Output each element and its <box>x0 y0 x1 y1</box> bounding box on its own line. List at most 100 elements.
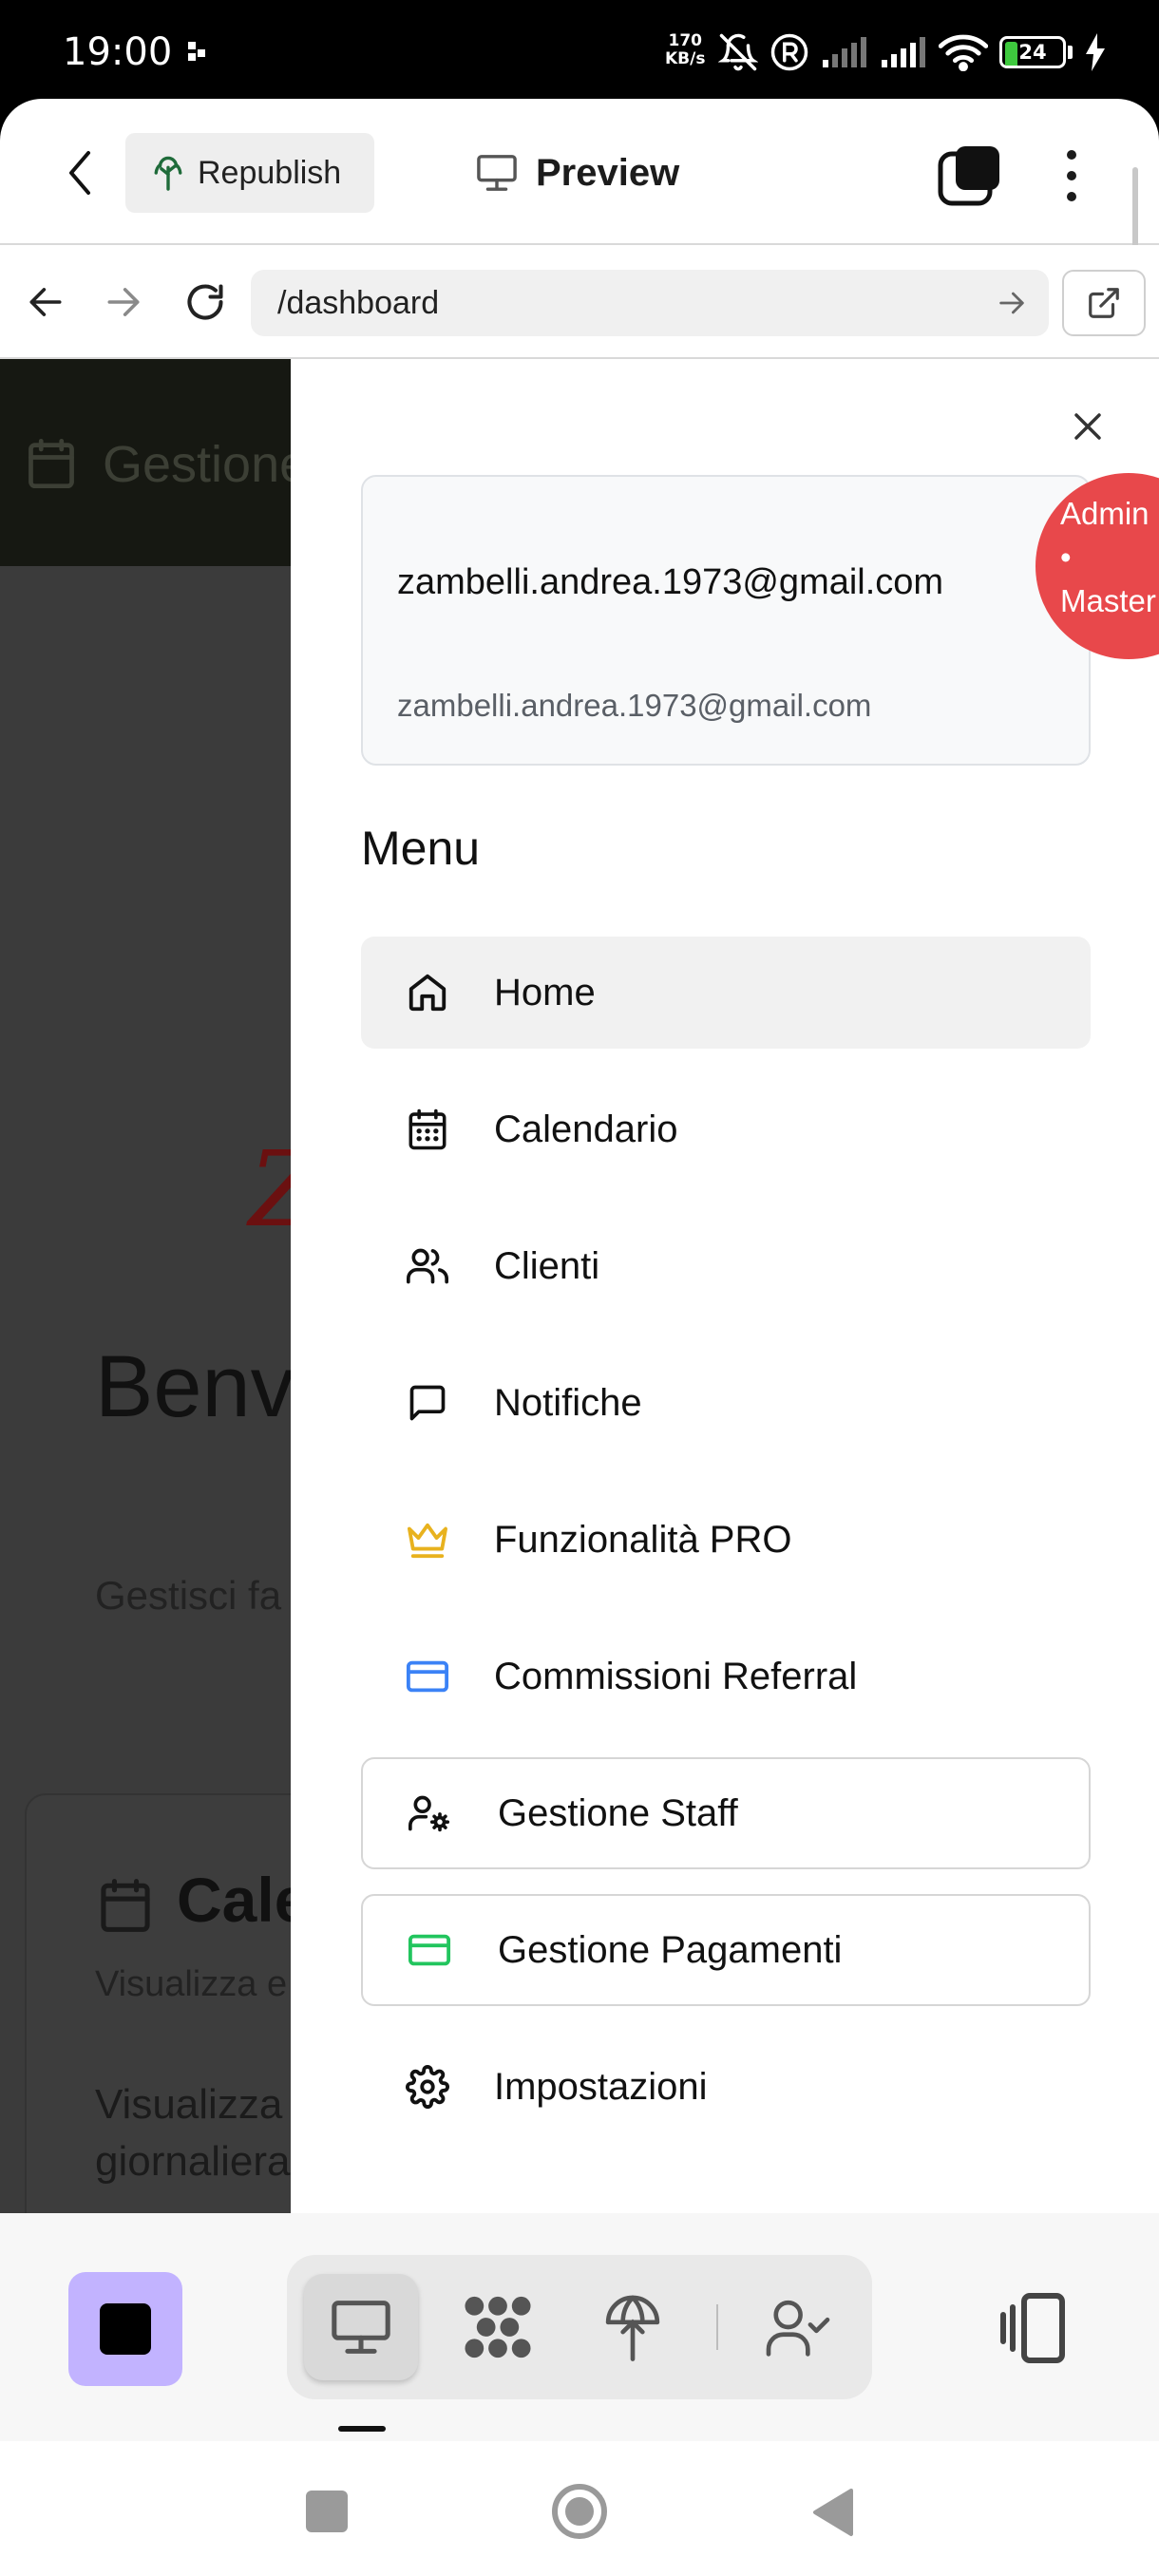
credit-card-icon <box>406 1660 449 1693</box>
user-check-icon <box>766 2300 830 2357</box>
chevron-left-icon <box>69 151 90 195</box>
background-title: Gestione <box>103 436 291 493</box>
menu-item-commissioni-referral[interactable]: Commissioni Referral <box>361 1620 1091 1733</box>
background-calendar-card: Cale Visualizza e Visualizza giornaliera <box>25 1793 291 2213</box>
background-card-body: Visualizza giornaliera <box>95 2081 291 2185</box>
calendar-icon <box>408 1108 446 1150</box>
menu-item-label: Notifiche <box>494 1381 642 1424</box>
message-icon <box>409 1385 446 1421</box>
calendar-icon <box>28 438 74 489</box>
menu-item-label: Funzionalità PRO <box>494 1518 792 1561</box>
user-card: zambelli.andrea.1973@gmail.com zambelli.… <box>361 475 1091 766</box>
stop-button[interactable] <box>68 2272 182 2386</box>
menu-item-impostazioni[interactable]: Impostazioni <box>361 2031 1091 2143</box>
menu-item-label: Impostazioni <box>494 2065 708 2108</box>
open-external-button[interactable] <box>1062 270 1146 336</box>
close-icon <box>1074 413 1101 440</box>
arrow-left-icon <box>29 288 62 316</box>
status-icons: 24 <box>718 28 1107 76</box>
url-text: /dashboard <box>277 284 440 321</box>
menu-item-home[interactable]: Home <box>361 937 1091 1049</box>
background-topbar: Gestione <box>0 359 291 566</box>
active-mode-indicator <box>338 2426 386 2432</box>
browser-back-button[interactable] <box>17 274 74 331</box>
menu-item-label: Calendario <box>494 1108 678 1150</box>
home-icon <box>408 974 446 1012</box>
users-mode-button[interactable] <box>741 2274 855 2380</box>
menu-item-label: Gestione Staff <box>498 1791 738 1834</box>
bell-off-icon <box>718 33 758 71</box>
monitor-icon <box>477 155 517 191</box>
arrow-right-icon <box>107 288 140 316</box>
menu-item-label: Home <box>494 971 596 1013</box>
stop-icon <box>100 2303 151 2355</box>
drawer-backdrop[interactable]: Gestione Z Benve Gestisci fa Cale Visual… <box>0 359 291 2213</box>
notification-app-icon <box>188 42 205 61</box>
bottom-toolbar <box>0 2213 1159 2441</box>
republish-label: Republish <box>198 154 342 191</box>
arrow-right-icon[interactable] <box>996 287 1028 319</box>
menu-item-gestione-pagamenti[interactable]: Gestione Pagamenti <box>361 1894 1091 2006</box>
url-input[interactable]: /dashboard <box>251 270 1049 336</box>
crown-icon <box>407 1523 447 1559</box>
back-triangle-icon[interactable] <box>809 2487 855 2538</box>
republish-button[interactable]: Republish <box>125 133 374 213</box>
credit-card-icon <box>408 1934 451 1966</box>
browser-forward-button[interactable] <box>95 274 152 331</box>
signal-icon <box>823 37 866 67</box>
menu-item-notifiche[interactable]: Notifiche <box>361 1347 1091 1459</box>
status-time: 19:00 <box>63 30 173 74</box>
globe-publish-icon <box>605 2295 660 2361</box>
more-options-button[interactable] <box>1049 142 1094 209</box>
nodes-icon <box>465 2296 531 2358</box>
app-header: Republish Preview <box>0 99 1159 395</box>
background-welcome: Benve <box>95 1338 291 1435</box>
registered-icon <box>770 33 808 71</box>
preview-title: Preview <box>475 142 679 203</box>
charging-icon <box>1086 33 1105 71</box>
background-logo: Z <box>249 1128 291 1250</box>
background-card-subtitle: Visualizza e <box>95 1964 288 2004</box>
menu-item-label: Commissioni Referral <box>494 1655 858 1697</box>
preview-mode-button[interactable] <box>304 2274 418 2380</box>
menu-item-calendario[interactable]: Calendario <box>361 1073 1091 1185</box>
url-bar: /dashboard <box>0 245 1159 359</box>
publish-mode-button[interactable] <box>576 2274 690 2380</box>
menu-item-gestione-staff[interactable]: Gestione Staff <box>361 1757 1091 1869</box>
menu-heading: Menu <box>361 822 481 875</box>
external-link-icon <box>1089 288 1119 318</box>
navigation-drawer: zambelli.andrea.1973@gmail.com zambelli.… <box>291 359 1159 2213</box>
close-drawer-button[interactable] <box>1064 403 1112 450</box>
users-icon <box>407 1248 448 1284</box>
recents-button[interactable] <box>306 2491 348 2532</box>
gear-icon <box>406 2065 449 2109</box>
user-name: zambelli.andrea.1973@gmail.com <box>397 562 944 602</box>
preview-label: Preview <box>536 151 680 194</box>
back-button[interactable] <box>55 142 104 203</box>
reload-icon <box>187 284 223 320</box>
user-email: zambelli.andrea.1973@gmail.com <box>397 688 872 723</box>
system-navigation-bar <box>0 2441 1159 2576</box>
view-mode-group <box>287 2255 872 2399</box>
background-subtitle: Gestisci fa <box>95 1573 282 1618</box>
user-cog-icon <box>408 1795 450 1832</box>
tabs-icon[interactable] <box>937 142 1003 209</box>
signal-icon <box>882 37 925 67</box>
reload-button[interactable] <box>177 274 234 331</box>
workflow-mode-button[interactable] <box>441 2274 555 2380</box>
menu-item-label: Gestione Pagamenti <box>498 1928 843 1971</box>
menu-item-label: Clienti <box>494 1244 600 1287</box>
publish-tree-icon <box>154 156 182 191</box>
mode-separator <box>716 2304 718 2350</box>
monitor-icon <box>332 2301 390 2354</box>
wifi-icon <box>939 34 988 71</box>
calendar-icon <box>101 1879 150 1932</box>
menu-item-funzionalita-pro[interactable]: Funzionalità PRO <box>361 1484 1091 1596</box>
network-speed: 170 KB/s <box>665 31 706 68</box>
battery-indicator: 24 <box>999 36 1073 68</box>
menu-item-clienti[interactable]: Clienti <box>361 1210 1091 1322</box>
home-button-icon[interactable] <box>549 2481 610 2542</box>
status-bar: 19:00 170 KB/s 24 <box>0 0 1159 99</box>
background-card-title: Cale <box>177 1865 291 1935</box>
device-switch-icon[interactable] <box>998 2287 1070 2369</box>
